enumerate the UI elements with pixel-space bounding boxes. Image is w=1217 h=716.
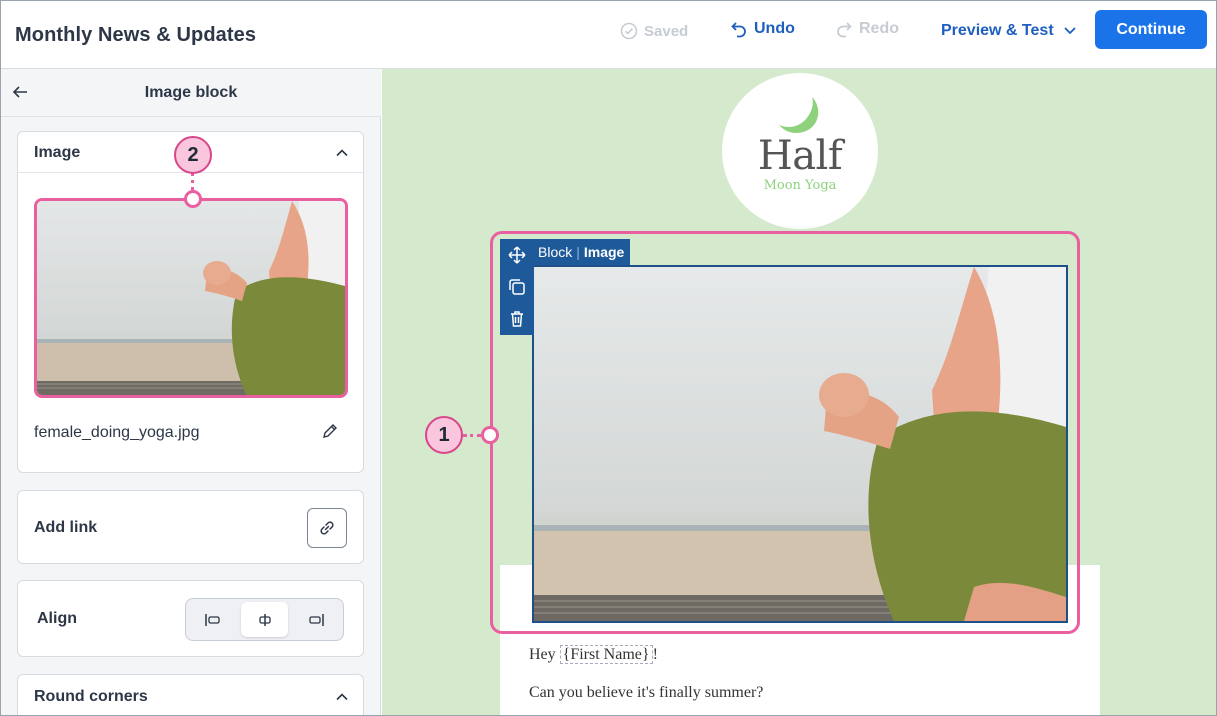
undo-button[interactable]: Undo [730,17,795,41]
align-right-icon [309,613,324,626]
preview-test-dropdown[interactable]: Preview & Test [941,19,1080,43]
half-moon-yoga-logo[interactable]: Half Moon Yoga [722,73,878,229]
add-link-section: Add link [17,490,364,564]
logo-text-half: Half [757,133,843,179]
callout-1-connector [463,434,481,437]
preview-label: Preview & Test [941,22,1054,39]
align-label: Align [37,610,77,627]
saved-label: Saved [644,22,689,40]
round-corners-label: Round corners [34,688,148,705]
align-left-icon [205,613,220,626]
align-center-button[interactable] [240,602,289,637]
check-circle-icon [620,22,638,40]
align-center-icon [258,613,271,626]
yoga-photo-thumbnail [37,201,345,395]
selected-block-highlight [490,231,1080,634]
image-section-label: Image [34,144,81,161]
image-thumbnail[interactable] [34,198,348,398]
email-canvas: Half Moon Yoga Hey {First Name}! Can you… [382,69,1216,715]
logo-text-moon-yoga: Moon Yoga [763,178,837,193]
body-paragraph[interactable]: Can you believe it's finally summer? [529,684,763,702]
chevron-up-icon[interactable] [335,146,349,160]
first-name-merge-tag[interactable]: {First Name} [559,645,653,664]
align-section: Align [17,580,364,657]
redo-icon [837,22,852,38]
link-icon [320,521,334,535]
callout-1-badge: 1 [425,416,463,454]
chevron-down-icon [1064,27,1076,35]
top-header: Monthly News & Updates Saved Undo Redo P… [1,1,1216,69]
saved-status: Saved [620,19,688,43]
redo-button[interactable]: Redo [835,17,899,41]
callout-1-anchor [481,426,499,444]
continue-button[interactable]: Continue [1095,10,1207,49]
add-link-button[interactable] [307,508,347,548]
align-left-button[interactable] [189,602,237,637]
greeting-text[interactable]: Hey {First Name}! [529,645,658,664]
image-filename: female_doing_yoga.jpg [34,424,200,441]
callout-2-badge: 2 [174,136,212,174]
add-link-label: Add link [34,519,98,536]
pencil-edit-icon[interactable] [321,422,339,440]
align-right-button[interactable] [292,602,340,637]
app-window: Monthly News & Updates Saved Undo Redo P… [0,0,1217,716]
align-segmented-control [185,598,344,641]
undo-icon [731,22,746,38]
sidebar-title: Image block [144,84,238,101]
undo-label: Undo [754,20,795,37]
sidebar-header: Image block [1,69,381,117]
document-title: Monthly News & Updates [15,24,257,46]
greeting-prefix: Hey [529,646,560,663]
redo-label: Redo [859,20,899,37]
chevron-up-icon[interactable] [335,690,349,704]
callout-2-anchor [184,190,202,208]
callout-2-connector [191,173,194,190]
greeting-suffix: ! [652,646,658,663]
round-corners-section: Round corners [17,674,364,715]
